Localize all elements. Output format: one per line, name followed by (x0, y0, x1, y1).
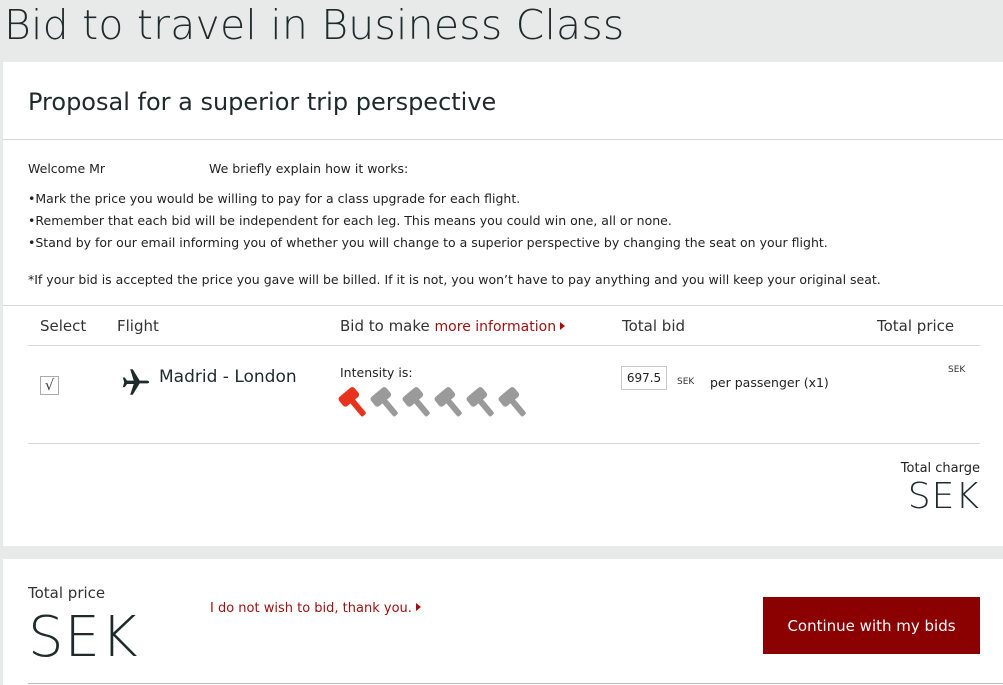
gavel-icon[interactable] (336, 385, 372, 421)
explain-text: We briefly explain how it works: (209, 161, 409, 176)
gavel-icon[interactable] (400, 385, 436, 421)
summary-panel: Total price SEK I do not wish to bid, th… (3, 559, 1003, 685)
instruction-item: Remember that each bid will be independe… (28, 213, 828, 235)
row-total-price: SEK (948, 365, 966, 375)
decline-bid-link[interactable]: I do not wish to bid, thank you. (210, 601, 421, 616)
caret-right-icon (415, 603, 421, 611)
divider (28, 683, 1003, 684)
decline-bid-label: I do not wish to bid, thank you. (210, 601, 412, 616)
caret-right-icon (560, 322, 566, 330)
bid-currency: SEK (677, 377, 695, 387)
gavel-icon[interactable] (496, 385, 532, 421)
page-title: Bid to travel in Business Class (4, 1, 625, 49)
gavel-icon[interactable] (464, 385, 500, 421)
bid-amount-input[interactable] (621, 366, 667, 390)
header-total-price: Total price (877, 317, 955, 335)
gavel-icon[interactable] (368, 385, 404, 421)
divider (28, 443, 980, 444)
header-total-bid: Total bid (622, 317, 686, 335)
divider (3, 305, 1003, 306)
more-information-label: more information (434, 319, 557, 335)
header-bid-label: Bid to make (340, 317, 430, 335)
total-charge-value: SEK (907, 476, 980, 517)
instruction-item: Mark the price you would be willing to p… (28, 191, 828, 213)
airplane-icon (122, 369, 150, 395)
flight-route: Madrid - London (159, 367, 297, 387)
header-select: Select (40, 317, 87, 335)
welcome-text: Welcome Mr (28, 161, 106, 176)
intensity-label: Intensity is: (340, 365, 413, 380)
instruction-item: Stand by for our email informing you of … (28, 235, 827, 257)
total-charge-label: Total charge (900, 461, 980, 476)
more-information-link[interactable]: more information (435, 319, 566, 335)
total-price-label: Total price (28, 584, 106, 602)
header-bid: Bid to make more information (340, 317, 566, 335)
per-passenger-text: per passenger (x1) (710, 375, 829, 390)
total-price-value: SEK (28, 605, 139, 670)
header-flight: Flight (117, 317, 159, 335)
proposal-title: Proposal for a superior trip perspective (28, 88, 497, 116)
continue-button[interactable]: Continue with my bids (763, 597, 980, 654)
gavel-icon[interactable] (432, 385, 468, 421)
proposal-card: Proposal for a superior trip perspective… (3, 62, 1003, 546)
flight-select-checkbox[interactable]: √ (40, 376, 59, 395)
divider (28, 345, 980, 346)
divider (3, 139, 1003, 140)
billing-note: *If your bid is accepted the price you g… (28, 272, 881, 287)
instructions-list: Mark the price you would be willing to p… (28, 191, 828, 257)
